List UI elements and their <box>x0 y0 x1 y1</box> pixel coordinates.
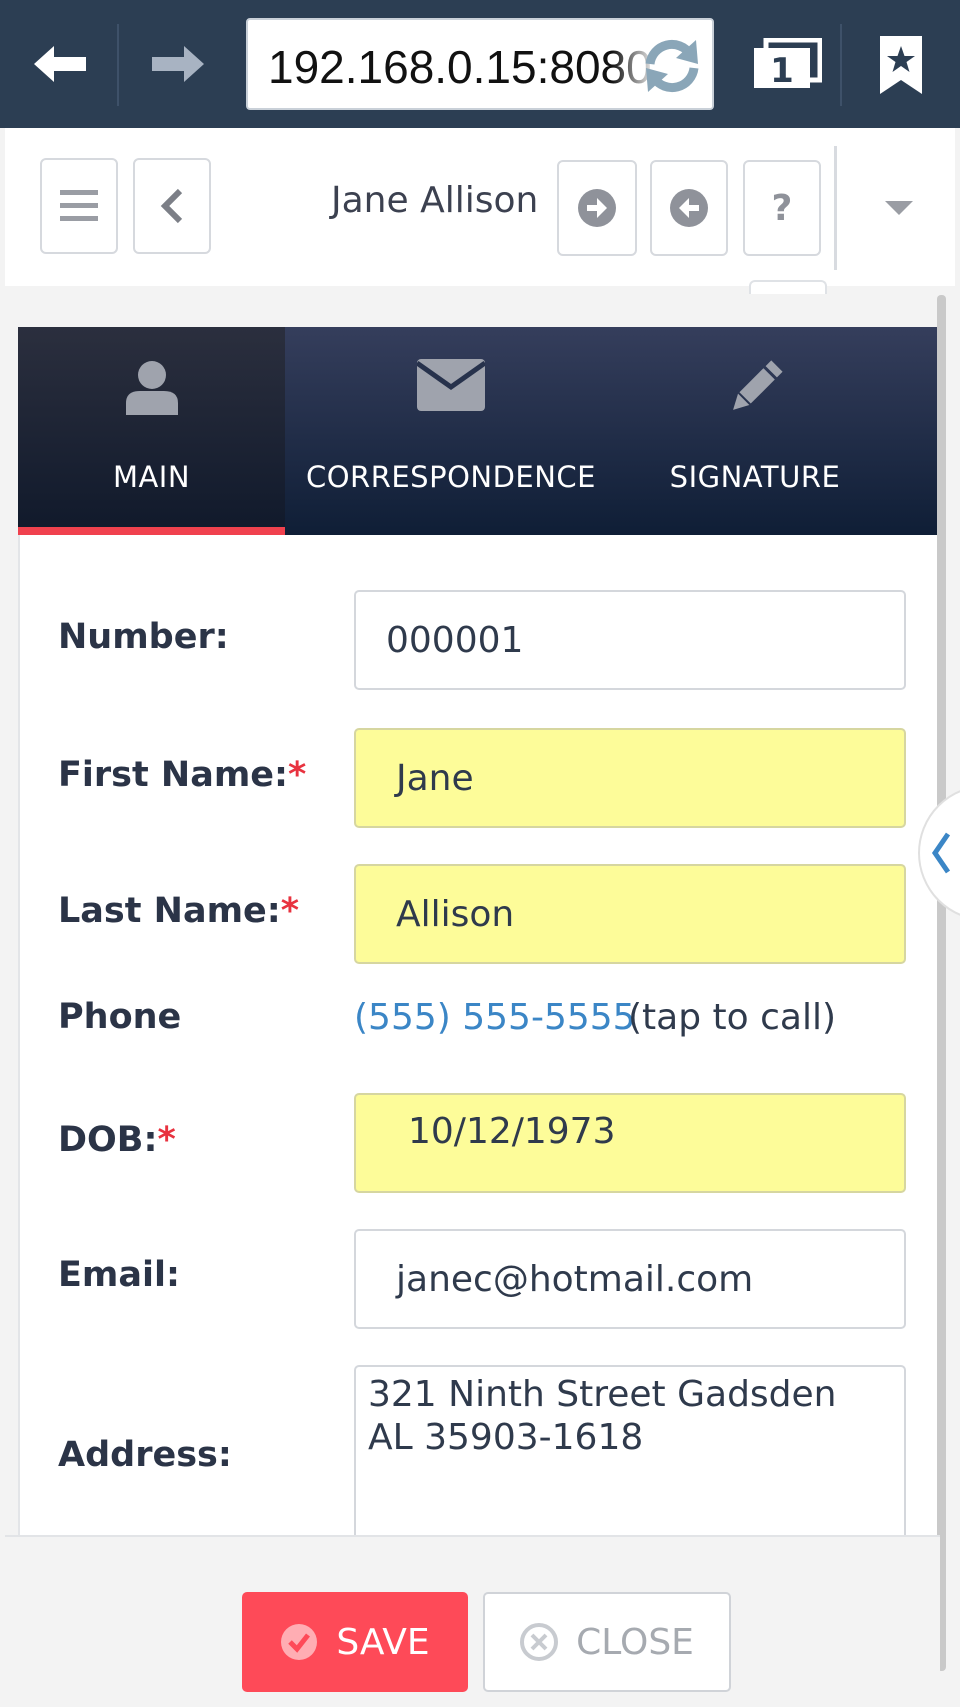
tab-correspondence[interactable]: CORRESPONDENCE <box>285 327 617 535</box>
tab-main-label: MAIN <box>112 460 191 494</box>
address-label: Address: <box>58 1435 232 1475</box>
form-footer: SAVE CLOSE <box>5 1535 940 1707</box>
scrollbar[interactable] <box>937 295 946 1671</box>
required-asterisk: * <box>157 1120 176 1160</box>
hamburger-icon <box>60 190 98 221</box>
save-button[interactable]: SAVE <box>242 1592 468 1692</box>
caret-down-icon[interactable] <box>885 200 913 219</box>
save-button-label: SAVE <box>336 1621 430 1663</box>
pencil-icon <box>617 359 893 417</box>
phone-link[interactable]: (555) 555-5555 <box>354 997 636 1038</box>
question-mark-icon: ? <box>771 187 793 229</box>
first-name-label: First Name:* <box>58 755 307 795</box>
browser-toolbar: 192.168.0.15:8080 1 <box>0 0 960 128</box>
required-asterisk: * <box>288 755 307 795</box>
close-button[interactable]: CLOSE <box>483 1592 731 1692</box>
dob-label: DOB:* <box>58 1120 176 1160</box>
arrow-circle-left-icon <box>670 189 708 227</box>
app-header: Jane Allison ? <box>5 128 955 294</box>
close-button-label: CLOSE <box>576 1621 694 1663</box>
arrow-circle-right-icon <box>578 189 616 227</box>
tab-main[interactable]: MAIN <box>18 327 285 535</box>
bookmark-icon[interactable] <box>878 34 924 100</box>
next-record-button[interactable] <box>557 160 637 256</box>
tab-correspondence-label: CORRESPONDENCE <box>305 460 597 494</box>
tab-signature-label: SIGNATURE <box>669 460 841 494</box>
phone-hint: (tap to call) <box>628 997 837 1038</box>
envelope-icon <box>285 359 617 411</box>
check-circle-icon <box>280 1623 318 1661</box>
chevron-left-icon <box>160 188 183 224</box>
page-title: Jane Allison <box>331 180 539 221</box>
previous-record-button[interactable] <box>650 160 728 256</box>
close-circle-icon <box>520 1623 559 1661</box>
email-label: Email: <box>58 1255 180 1295</box>
tab-bar: MAIN CORRESPONDENCE SIGNATURE <box>18 327 940 535</box>
help-button[interactable]: ? <box>743 160 821 256</box>
tab-signature[interactable]: SIGNATURE <box>617 327 893 535</box>
active-tab-indicator <box>18 527 285 535</box>
tab-count: 1 <box>770 51 794 90</box>
back-arrow-icon[interactable] <box>22 0 98 128</box>
phone-label: Phone <box>58 997 182 1037</box>
last-name-label: Last Name:* <box>58 891 300 931</box>
number-label: Number: <box>58 617 229 657</box>
back-button[interactable] <box>133 158 211 254</box>
forward-arrow-icon[interactable] <box>140 0 216 128</box>
user-icon <box>18 359 285 415</box>
address-field[interactable]: 321 Ninth Street Gadsden AL 35903-1618 <box>354 1365 906 1535</box>
first-name-field[interactable]: Jane <box>354 728 906 828</box>
tab-switcher-icon[interactable]: 1 <box>752 37 823 94</box>
record-form: Number: 000001 First Name:* Jane Last Na… <box>18 535 940 1535</box>
required-asterisk: * <box>280 891 300 931</box>
chevron-left-icon <box>931 832 951 874</box>
number-field[interactable]: 000001 <box>354 590 906 690</box>
email-field[interactable]: janec@hotmail.com <box>354 1229 906 1329</box>
url-bar[interactable]: 192.168.0.15:8080 <box>246 18 714 110</box>
menu-button[interactable] <box>40 158 118 254</box>
reload-icon[interactable] <box>640 34 704 102</box>
dob-field[interactable]: 10/12/1973 <box>354 1093 906 1193</box>
last-name-field[interactable]: Allison <box>354 864 906 964</box>
